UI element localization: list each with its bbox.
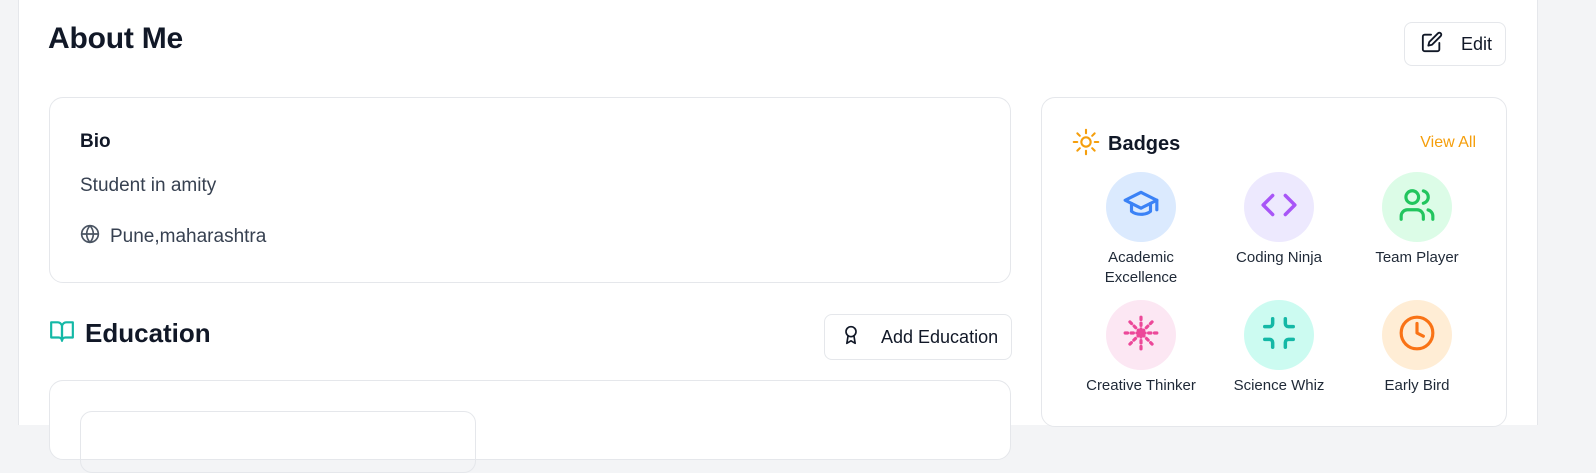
location-text: Pune,maharashtra (110, 225, 267, 247)
badge-icon-circle (1106, 300, 1176, 370)
edit-label: Edit (1461, 33, 1493, 54)
add-education-button[interactable]: Add Education (824, 314, 1012, 360)
badges-header: Badges (1072, 128, 1180, 161)
code-icon (1260, 186, 1298, 229)
location-row: Pune,maharashtra (80, 224, 266, 249)
badge-icon-circle (1244, 300, 1314, 370)
badge-creative-thinker[interactable]: Creative Thinker (1072, 300, 1210, 416)
badge-icon-circle (1382, 300, 1452, 370)
sun-icon (1072, 128, 1100, 161)
clock-icon (1398, 314, 1436, 357)
badge-grid: Academic Excellence Coding Ninja Team Pl… (1072, 172, 1486, 416)
edit-button[interactable]: Edit (1404, 22, 1506, 66)
badges-title: Badges (1108, 133, 1181, 155)
graduation-cap-icon (1122, 186, 1160, 229)
bio-card: Bio Student in amity Pune,maharashtra (49, 97, 1011, 283)
badges-card: Badges View All Academic Excellence Codi… (1041, 97, 1507, 427)
book-open-icon (49, 318, 75, 349)
add-education-label: Add Education (881, 326, 999, 347)
badge-name: Science Whiz (1233, 377, 1325, 394)
view-all-link[interactable]: View All (1420, 134, 1476, 152)
sparkle-icon (1122, 314, 1160, 357)
badge-name: Team Player (1375, 249, 1459, 266)
badge-academic-excellence[interactable]: Academic Excellence (1072, 172, 1210, 288)
badge-team-player[interactable]: Team Player (1348, 172, 1486, 288)
profile-page: About Me Edit Bio Student in amity Pune,… (18, 0, 1538, 473)
education-card (49, 380, 1011, 473)
bio-label: Bio (80, 131, 111, 152)
badge-icon-circle (1106, 172, 1176, 242)
badge-early-bird[interactable]: Early Bird (1348, 300, 1486, 416)
badge-name: Creative Thinker (1086, 377, 1196, 394)
badge-name: Early Bird (1384, 377, 1450, 394)
page-title: About Me (48, 22, 184, 55)
award-icon (841, 324, 861, 351)
globe-icon (80, 224, 100, 249)
education-header: Education (49, 318, 211, 349)
badge-name: Academic Excellence (1104, 249, 1178, 286)
badge-name: Coding Ninja (1236, 249, 1322, 266)
edit-icon (1421, 31, 1443, 58)
badge-science-whiz[interactable]: Science Whiz (1210, 300, 1348, 416)
education-entry[interactable] (80, 411, 476, 473)
badge-icon-circle (1382, 172, 1452, 242)
badge-coding-ninja[interactable]: Coding Ninja (1210, 172, 1348, 288)
users-icon (1398, 186, 1436, 229)
education-title: Education (85, 318, 211, 348)
shrink-icon (1260, 314, 1298, 357)
bio-text: Student in amity (80, 175, 217, 196)
badge-icon-circle (1244, 172, 1314, 242)
